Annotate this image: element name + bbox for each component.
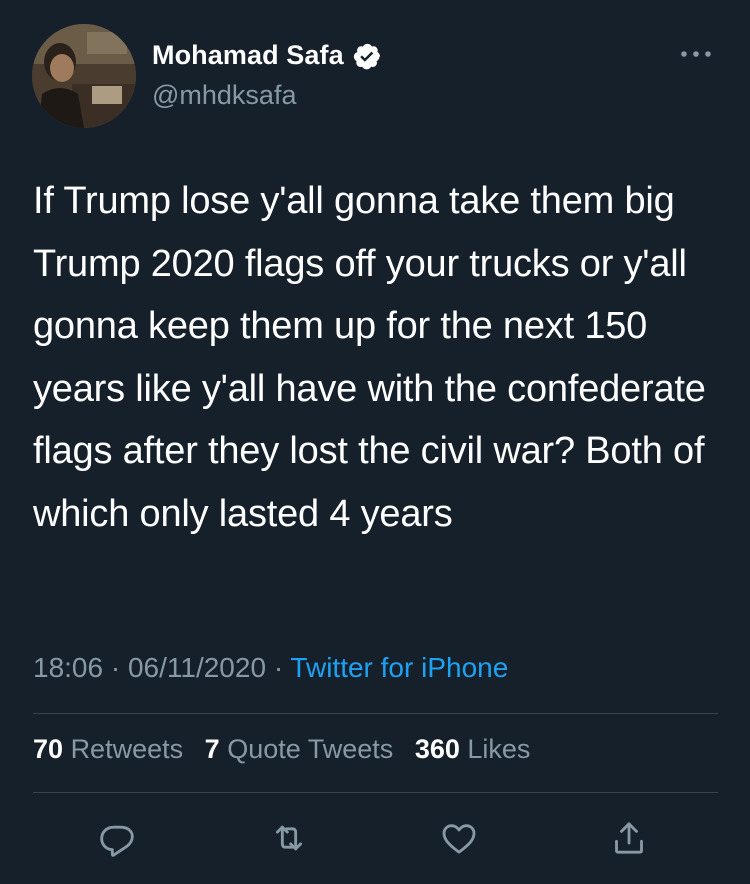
share-icon[interactable] — [607, 816, 651, 860]
meta-separator: · — [273, 652, 291, 683]
avatar[interactable] — [32, 24, 136, 128]
author-display-name[interactable]: Mohamad Safa — [152, 40, 344, 71]
tweet-date[interactable]: 06/11/2020 — [128, 652, 266, 683]
quote-tweets-count: 7 — [204, 734, 220, 764]
retweets-count: 70 — [33, 734, 64, 764]
retweet-icon[interactable] — [267, 816, 311, 860]
author-name-row: Mohamad Safa — [152, 40, 382, 71]
likes-label: Likes — [467, 734, 531, 764]
tweet-stats: 70 Retweets 7 Quote Tweets 360 Likes — [33, 734, 544, 765]
retweets-stat[interactable]: 70 Retweets — [33, 734, 183, 764]
tweet-time[interactable]: 18:06 — [33, 652, 103, 683]
verified-badge-icon — [352, 41, 382, 71]
likes-count: 360 — [414, 734, 460, 764]
divider — [33, 713, 718, 714]
tweet-metadata: 18:06 · 06/11/2020 · Twitter for iPhone — [33, 652, 508, 684]
tweet-actions-bar — [0, 808, 750, 868]
likes-stat[interactable]: 360 Likes — [415, 734, 531, 764]
quote-tweets-stat[interactable]: 7 Quote Tweets — [205, 734, 394, 764]
tweet-source-link[interactable]: Twitter for iPhone — [290, 652, 508, 683]
tweet-detail: Mohamad Safa @mhdksafa If Trump lose y'a… — [0, 0, 750, 884]
retweets-label: Retweets — [70, 734, 184, 764]
heart-icon[interactable] — [437, 816, 481, 860]
quote-tweets-label: Quote Tweets — [227, 734, 394, 764]
meta-separator: · — [110, 652, 128, 683]
more-horizontal-icon[interactable] — [678, 46, 714, 62]
reply-icon[interactable] — [95, 816, 139, 860]
divider — [33, 792, 718, 793]
author-handle[interactable]: @mhdksafa — [152, 80, 296, 111]
tweet-text: If Trump lose y'all gonna take them big … — [33, 180, 706, 535]
